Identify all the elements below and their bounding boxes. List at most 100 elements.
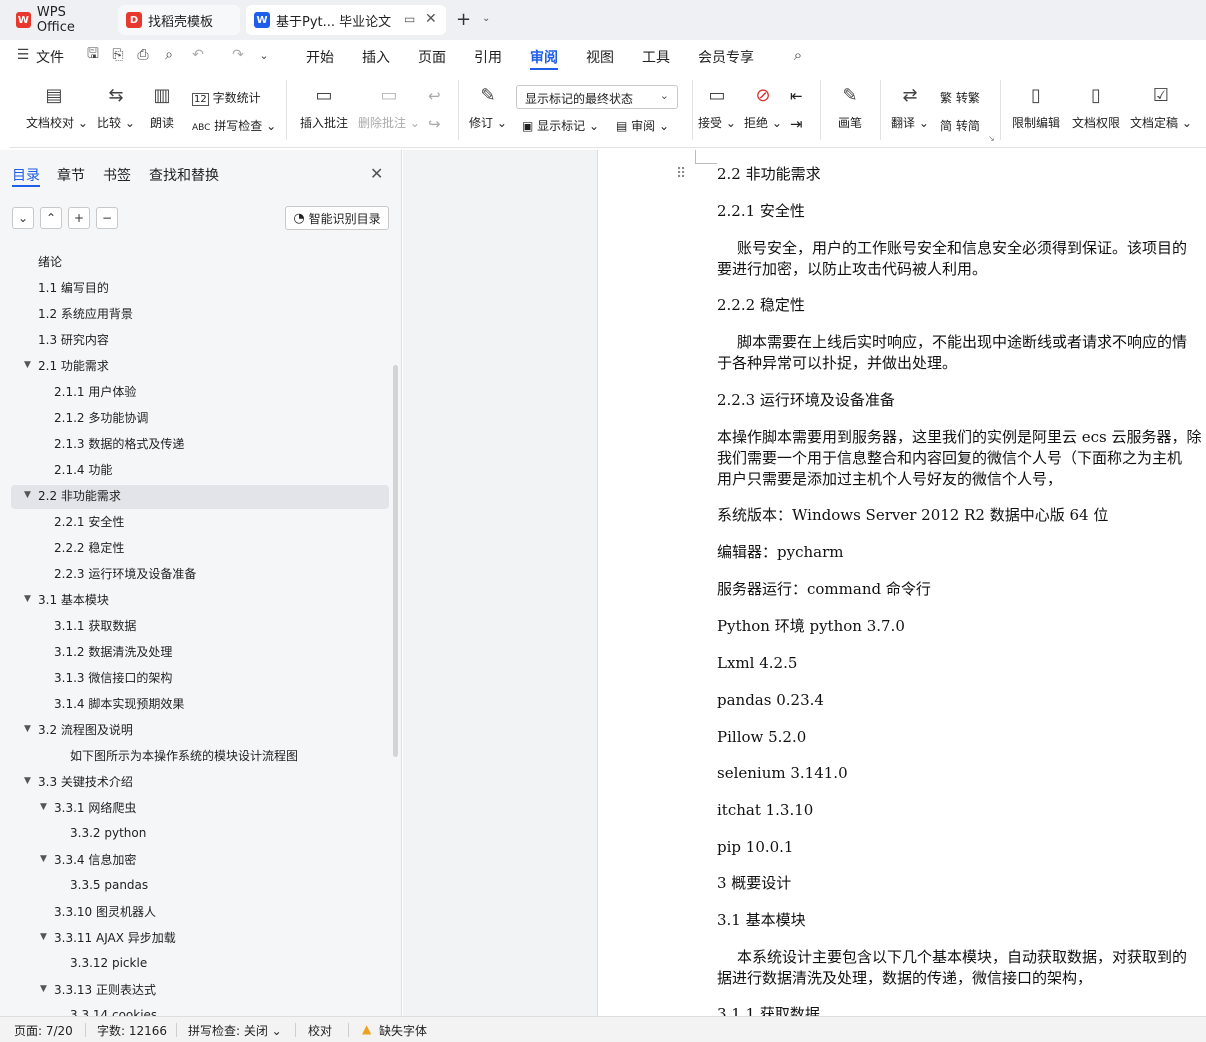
toc-item[interactable]: 绪论 xyxy=(0,249,390,273)
previous-comment-icon[interactable]: ↩ xyxy=(428,87,441,105)
caret-down-icon[interactable]: ▼ xyxy=(40,984,47,994)
caret-down-icon[interactable]: ▼ xyxy=(40,854,47,864)
expand-down-button[interactable]: ⌄ xyxy=(12,207,34,229)
toc-item[interactable]: 3.3.10 图灵机器人 xyxy=(0,899,390,923)
spell-check-button[interactable]: ABC 拼写检查 ⌄ xyxy=(192,117,276,134)
close-tab-icon[interactable]: ✕ xyxy=(425,11,437,27)
document-paragraph[interactable]: pandas 0.23.4 xyxy=(717,690,824,710)
page-indicator[interactable]: 页面: 7/20 xyxy=(14,1022,73,1039)
document-paragraph[interactable]: 2.2.3 运行环境及设备准备 xyxy=(717,390,895,410)
drag-handle-icon[interactable]: ⠿ xyxy=(676,166,686,182)
caret-down-icon[interactable]: ▼ xyxy=(24,360,31,370)
document-paragraph[interactable]: Lxml 4.2.5 xyxy=(717,653,797,673)
toc-item[interactable]: 1.3 研究内容 xyxy=(0,327,390,351)
toc-item[interactable]: 3.1.1 获取数据 xyxy=(0,613,390,637)
document-paragraph[interactable]: 系统版本：Windows Server 2012 R2 数据中心版 64 位 xyxy=(717,505,1108,525)
toc-item[interactable]: 1.2 系统应用背景 xyxy=(0,301,390,325)
missing-font-status[interactable]: 缺失字体 xyxy=(379,1022,427,1039)
track-changes-button[interactable]: ✎ 修订 ⌄ xyxy=(468,82,508,131)
document-paragraph[interactable]: 2.2 非功能需求 xyxy=(717,164,821,184)
share-icon[interactable]: ⎘ xyxy=(109,46,127,64)
search-icon[interactable]: ⌕ xyxy=(789,46,807,64)
toc-item[interactable]: 3.3.12 pickle xyxy=(0,951,390,975)
nav-tab-find-replace[interactable]: 查找和替换 xyxy=(149,165,219,185)
caret-down-icon[interactable]: ▼ xyxy=(40,802,47,812)
chevron-down-icon[interactable]: ⌄ xyxy=(255,46,273,64)
chevron-down-icon[interactable]: ⌄ xyxy=(482,13,490,24)
toc-item[interactable]: ▼ 3.2 流程图及说明 xyxy=(0,717,390,741)
menu-file[interactable]: 文件 xyxy=(36,47,64,67)
markup-state-select[interactable]: 显示标记的最终状态 ⌄ xyxy=(516,85,678,109)
menu-member[interactable]: 会员专享 xyxy=(698,47,754,67)
menu-tools[interactable]: 工具 xyxy=(642,47,670,67)
toc-item[interactable]: ▼ 3.3.4 信息加密 xyxy=(0,847,390,871)
hamburger-menu-icon[interactable]: ☰ xyxy=(14,46,32,64)
document-paragraph[interactable]: 3 概要设计 xyxy=(717,873,791,893)
toc-item[interactable]: 2.1.2 多功能协调 xyxy=(0,405,390,429)
document-paragraph[interactable]: 据进行数据清洗及处理，数据的传递，微信接口的架构， xyxy=(717,968,1092,988)
document-paragraph[interactable]: itchat 1.3.10 xyxy=(717,800,813,820)
menu-home[interactable]: 开始 xyxy=(306,47,334,67)
close-icon[interactable]: ✕ xyxy=(370,164,383,183)
translate-button[interactable]: ⇄ 翻译 ⌄ xyxy=(890,82,930,131)
smart-toc-button[interactable]: ◔ 智能识别目录 xyxy=(285,206,389,230)
caret-down-icon[interactable]: ▼ xyxy=(24,490,31,500)
menu-insert[interactable]: 插入 xyxy=(362,47,390,67)
toc-item[interactable]: 3.1.3 微信接口的架构 xyxy=(0,665,390,689)
proof-status[interactable]: 校对 xyxy=(308,1022,332,1039)
document-paragraph[interactable]: 2.2.2 稳定性 xyxy=(717,295,805,315)
toc-item[interactable]: ▼ 3.3 关键技术介绍 xyxy=(0,769,390,793)
document-paragraph[interactable]: 编辑器：pycharm xyxy=(717,542,843,562)
redo-icon[interactable]: ↷ xyxy=(229,46,247,64)
insert-comment-button[interactable]: ▭ 插入批注 xyxy=(298,82,350,131)
menu-view[interactable]: 视图 xyxy=(586,47,614,67)
toc-item[interactable]: ▼ 2.2 非功能需求 xyxy=(0,483,390,507)
nav-tab-toc[interactable]: 目录 xyxy=(12,165,40,185)
spell-check-status[interactable]: 拼写检查: 关闭 ⌄ xyxy=(188,1022,282,1039)
pen-button[interactable]: ✎ 画笔 xyxy=(834,82,866,131)
window-restore-icon[interactable]: ▭ xyxy=(404,12,415,26)
collapse-up-button[interactable]: ⌃ xyxy=(40,207,62,229)
toc-item[interactable]: 3.3.2 python xyxy=(0,821,390,845)
toc-item[interactable]: 2.2.3 运行环境及设备准备 xyxy=(0,561,390,585)
tab-template[interactable]: D 找稻壳模板 xyxy=(118,5,240,35)
print-preview-icon[interactable]: ⌕ xyxy=(160,46,178,64)
toc-item[interactable]: 1.1 编写目的 xyxy=(0,275,390,299)
reject-button[interactable]: ⊘ 拒绝 ⌄ xyxy=(744,82,782,131)
menu-review[interactable]: 审阅 xyxy=(530,47,558,67)
delete-comment-button[interactable]: ▭ 删除批注 ⌄ xyxy=(358,82,420,131)
document-paragraph[interactable]: Pillow 5.2.0 xyxy=(717,727,806,747)
document-paragraph[interactable]: selenium 3.141.0 xyxy=(717,763,848,783)
toc-item[interactable]: 2.1.3 数据的格式及传递 xyxy=(0,431,390,455)
caret-down-icon[interactable]: ▼ xyxy=(24,594,31,604)
restrict-edit-button[interactable]: ▯ 限制编辑 xyxy=(1010,82,1062,131)
document-paragraph[interactable]: 3.1.1 获取数据 xyxy=(717,1004,820,1016)
document-paragraph[interactable]: 用户只需要是添加过主机个人号好友的微信个人号， xyxy=(717,469,1062,489)
document-paragraph[interactable]: 于各种异常可以扑捉，并做出处理。 xyxy=(717,353,957,373)
document-paragraph[interactable]: Python 环境 python 3.7.0 xyxy=(717,616,905,636)
accept-button[interactable]: ▭ 接受 ⌄ xyxy=(698,82,736,131)
new-tab-icon[interactable]: + xyxy=(456,9,471,30)
document-paragraph[interactable]: 账号安全，用户的工作账号安全和信息安全必须得到保证。该项目的 xyxy=(737,238,1187,258)
document-paragraph[interactable]: 本操作脚本需要用到服务器，这里我们的实例是阿里云 ecs 云服务器，除 xyxy=(717,427,1202,447)
word-count-indicator[interactable]: 字数: 12166 xyxy=(97,1022,167,1039)
show-markup-button[interactable]: ▣ 显示标记 ⌄ xyxy=(522,117,599,134)
next-comment-icon[interactable]: ↪ xyxy=(428,115,441,133)
toc-item[interactable]: ▼ 3.3.11 AJAX 异步加载 xyxy=(0,925,390,949)
to-simplified-button[interactable]: 简 转简 xyxy=(940,117,980,134)
toc-item[interactable]: 如下图所示为本操作系统的模块设计流程图 xyxy=(0,743,390,767)
document-paragraph[interactable]: 3.1 基本模块 xyxy=(717,910,806,930)
compare-button[interactable]: ⇆ 比较 ⌄ xyxy=(96,82,136,131)
toc-item[interactable]: ▼ 3.3.1 网络爬虫 xyxy=(0,795,390,819)
toc-item[interactable]: 2.1.4 功能 xyxy=(0,457,390,481)
toc-item[interactable]: 2.2.2 稳定性 xyxy=(0,535,390,559)
toc-item[interactable]: 3.1.2 数据清洗及处理 xyxy=(0,639,390,663)
toc-item[interactable]: ▼ 3.3.13 正则表达式 xyxy=(0,977,390,1001)
review-pane-button[interactable]: ▤ 审阅 ⌄ xyxy=(616,117,669,134)
document-paragraph[interactable]: 我们需要一个用于信息整合和内容回复的微信个人号（下面称之为主机 xyxy=(717,448,1182,468)
tab-wps-office[interactable]: W WPS Office xyxy=(8,5,111,35)
proofread-button[interactable]: ▤ 文档校对 ⌄ xyxy=(26,82,88,131)
document-page[interactable]: ⠿ 2.2 非功能需求 2.2.1 安全性账号安全，用户的工作账号安全和信息安全必… xyxy=(597,150,1206,1016)
expand-group-icon[interactable]: ↘ xyxy=(988,134,995,143)
document-paragraph[interactable]: 2.2.1 安全性 xyxy=(717,201,805,221)
